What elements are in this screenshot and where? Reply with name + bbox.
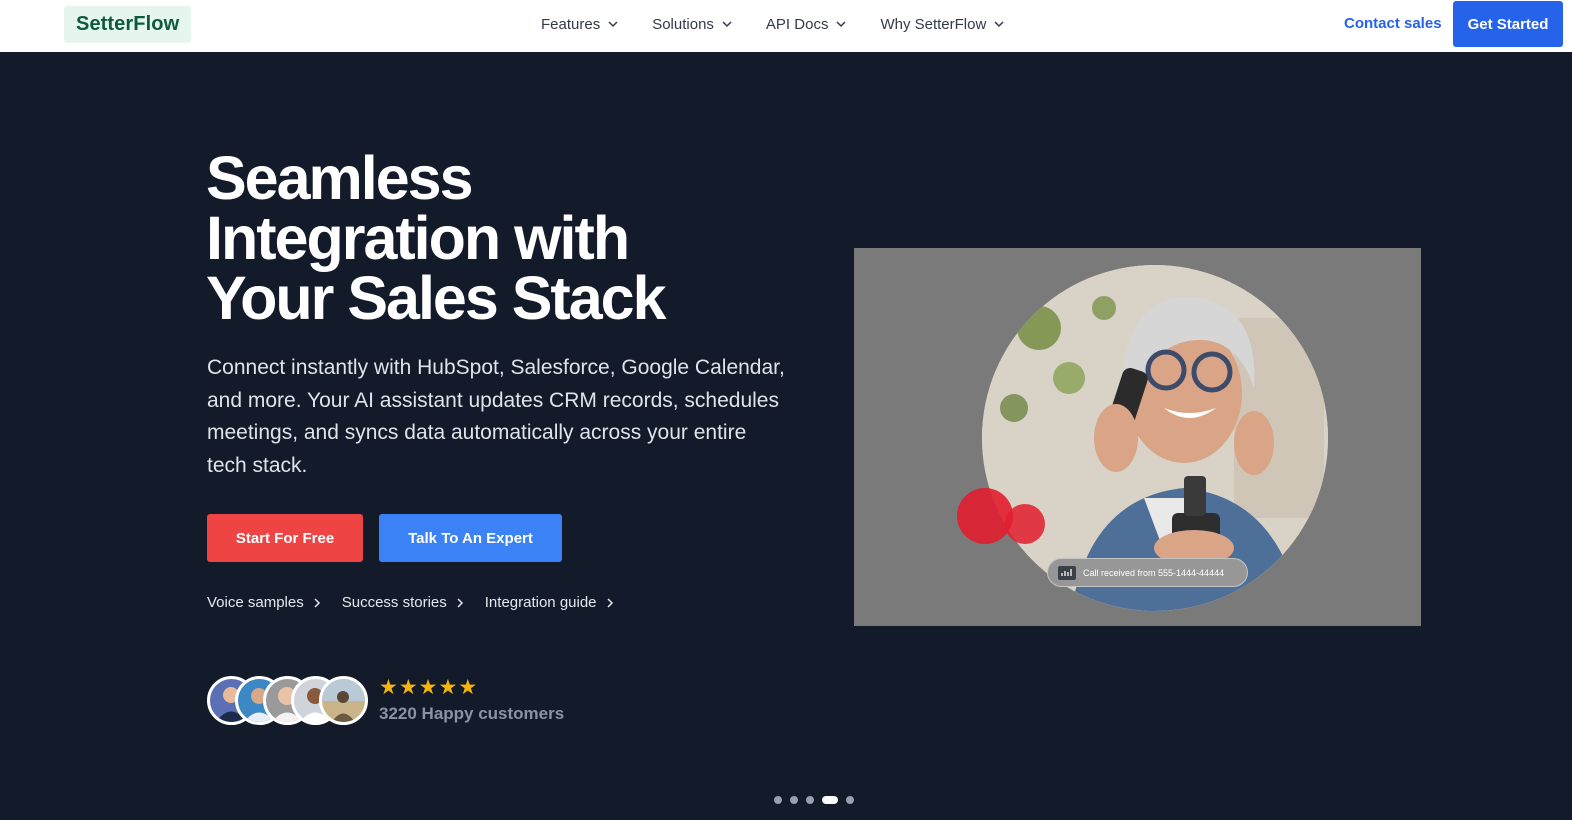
carousel-dot[interactable] — [846, 796, 854, 804]
star-icon: ★ — [438, 676, 458, 699]
carousel-dot[interactable] — [822, 796, 838, 804]
chevron-down-icon — [836, 21, 846, 28]
link-label: Integration guide — [484, 594, 597, 611]
star-icon: ★ — [418, 676, 438, 699]
start-for-free-button[interactable]: Start For Free — [207, 514, 363, 562]
star-icon: ★ — [398, 676, 418, 699]
headline-line: Your Sales Stack — [206, 264, 667, 332]
call-notification-badge: Call received from 555-1444-44444 — [1047, 558, 1248, 587]
star-icon: ★ — [458, 676, 478, 699]
success-stories-link[interactable]: Success stories — [342, 594, 464, 611]
menu-item-label: Solutions — [652, 15, 714, 33]
link-label: Voice samples — [207, 594, 304, 611]
voice-samples-link[interactable]: Voice samples — [207, 594, 321, 611]
headline-line: Integration with — [206, 204, 630, 272]
menu-item-features[interactable]: Features — [541, 16, 618, 33]
carousel-dot[interactable] — [790, 796, 798, 804]
carousel-dot[interactable] — [774, 796, 782, 804]
chevron-right-icon — [457, 597, 463, 608]
rating-stars: ★ ★ ★ ★ ★ — [379, 677, 477, 698]
brand-logo[interactable]: SetterFlow — [64, 6, 192, 43]
hero-headline: Seamless Integration with Your Sales Sta… — [206, 148, 806, 329]
star-icon: ★ — [379, 676, 398, 699]
customer-avatars — [207, 676, 377, 726]
menu-item-label: Why SetterFlow — [880, 15, 987, 33]
get-started-button[interactable]: Get Started — [1453, 1, 1563, 47]
contact-sales-link[interactable]: Contact sales — [1344, 15, 1442, 32]
chevron-down-icon — [608, 21, 618, 28]
headline-line: Seamless — [206, 144, 473, 212]
menu-item-solutions[interactable]: Solutions — [652, 16, 732, 33]
hero-links: Voice samples Success stories Integratio… — [207, 594, 635, 611]
chevron-down-icon — [994, 21, 1004, 28]
link-label: Success stories — [341, 594, 447, 611]
carousel-dot[interactable] — [806, 796, 814, 804]
menu-item-label: Features — [541, 15, 601, 33]
chevron-down-icon — [722, 21, 732, 28]
integration-guide-link[interactable]: Integration guide — [485, 594, 614, 611]
menu-item-api-docs[interactable]: API Docs — [766, 16, 847, 33]
phone-signal-icon — [1058, 565, 1076, 580]
hero-subtext: Connect instantly with HubSpot, Salesfor… — [207, 356, 785, 477]
menu-item-label: API Docs — [765, 15, 829, 33]
chevron-right-icon — [314, 597, 320, 608]
talk-to-expert-button[interactable]: Talk To An Expert — [379, 514, 562, 562]
happy-customers-count: 3220 Happy customers — [379, 704, 565, 723]
menu-item-why[interactable]: Why SetterFlow — [880, 16, 1004, 33]
chevron-right-icon — [607, 597, 613, 608]
call-badge-text: Call received from 555-1444-44444 — [1083, 567, 1225, 578]
main-menu: Features Solutions API Docs Why SetterFl… — [541, 0, 1038, 48]
top-navbar: SetterFlow Features Solutions API Docs W… — [0, 0, 1572, 52]
avatar — [319, 676, 368, 725]
carousel-indicators — [774, 796, 854, 804]
